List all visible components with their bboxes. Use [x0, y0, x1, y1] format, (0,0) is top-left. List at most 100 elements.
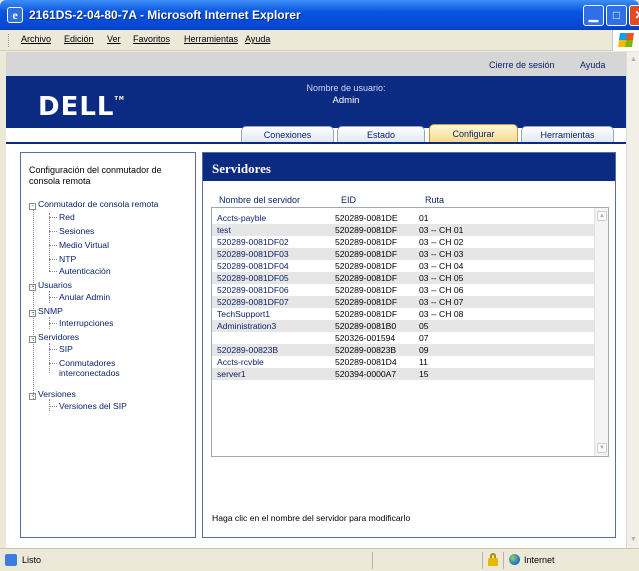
menu-ver-label: Ver [107, 34, 121, 44]
tree-node-versiones[interactable]: - Versiones [29, 389, 76, 400]
menu-ayuda[interactable]: Ayuda [245, 34, 270, 44]
table-row[interactable]: Accts-payble 520289-0081DE 01 [212, 212, 594, 224]
table-row[interactable]: 520289-0081DF02 520289-0081DF 03 -- CH 02 [212, 236, 594, 248]
status-divider [372, 552, 373, 569]
menu-bar: Archivo Edición Ver Favoritos Herramient… [0, 30, 639, 51]
col-header-ruta[interactable]: Ruta [425, 195, 444, 205]
tree-item-interrupciones[interactable]: Interrupciones [59, 318, 113, 328]
cell-server-name[interactable]: Administration3 [217, 320, 276, 332]
cell-server-name[interactable]: 520289-0081DF03 [217, 248, 289, 260]
scroll-up-icon[interactable]: ▲ [627, 54, 639, 66]
tree-item-versiones-sip[interactable]: Versiones del SIP [59, 401, 127, 411]
server-list[interactable]: Accts-payble 520289-0081DE 01 test 520289-00… [211, 207, 609, 457]
tab-configurar[interactable]: Configurar [429, 124, 518, 143]
col-header-eid[interactable]: EID [341, 195, 356, 205]
cell-server-name[interactable]: 520289-0081DF04 [217, 260, 289, 272]
menu-edicion-label: Edición [64, 34, 94, 44]
tree-item-conmutadores[interactable]: Conmutadores [59, 358, 115, 368]
tree-node-label: Usuarios [38, 280, 72, 290]
table-row[interactable]: 520289-00823B 520289-00823B 09 [212, 344, 594, 356]
tree-connector [49, 259, 57, 260]
scroll-down-icon[interactable]: ▼ [597, 443, 607, 453]
menu-archivo[interactable]: Archivo [21, 34, 51, 44]
cell-server-name[interactable]: Accts-rcvble [217, 356, 264, 368]
menu-herramientas[interactable]: Herramientas [184, 34, 238, 44]
collapse-icon[interactable]: - [29, 203, 36, 210]
scroll-down-icon[interactable]: ▼ [627, 534, 639, 546]
page-scrollbar[interactable]: ▲ ▼ [626, 52, 639, 548]
ie-logo-icon: e [7, 7, 23, 23]
tree-node-usuarios[interactable]: - Usuarios [29, 280, 72, 291]
table-row[interactable]: test 520289-0081DF 03 -- CH 01 [212, 224, 594, 236]
cell-server-name[interactable]: 520289-00823B [217, 344, 278, 356]
cell-server-name[interactable]: 520289-0081DF05 [217, 272, 289, 284]
tree-item-sesiones[interactable]: Sesiones [59, 226, 94, 236]
cell-eid: 520289-0081DE [335, 213, 398, 223]
menu-ver[interactable]: Ver [107, 34, 121, 44]
table-row[interactable]: TechSupport1 520289-0081DF 03 -- CH 08 [212, 308, 594, 320]
col-header-name[interactable]: Nombre del servidor [219, 195, 300, 205]
tree-item-interconectados[interactable]: interconectados [59, 368, 120, 378]
maximize-button[interactable]: □ [606, 5, 627, 26]
table-row[interactable]: 520289-0081DF04 520289-0081DF 03 -- CH 04 [212, 260, 594, 272]
close-button[interactable]: ✕ [629, 5, 639, 26]
tree-item-autenticacion[interactable]: Autenticación [59, 266, 111, 276]
tree-node-conmutador[interactable]: - Conmutador de consola remota [29, 199, 158, 210]
logout-link[interactable]: Cierre de sesión [489, 60, 555, 70]
servers-header: Servidores [203, 153, 615, 181]
table-row[interactable]: 520289-0081DF03 520289-0081DF 03 -- CH 03 [212, 248, 594, 260]
page-title: Servidores [212, 161, 271, 176]
table-row[interactable]: server1 520394-0000A7 15 [212, 368, 594, 380]
tree-item-sip[interactable]: SIP [59, 344, 73, 354]
menu-edicion[interactable]: Edición [64, 34, 94, 44]
cell-ruta: 03 -- CH 03 [419, 249, 464, 259]
collapse-icon[interactable]: - [29, 284, 36, 291]
menu-favoritos[interactable]: Favoritos [133, 34, 170, 44]
title-bar[interactable]: e 2161DS-2-04-80-7A - Microsoft Internet… [0, 0, 639, 30]
windows-flag-icon [618, 33, 634, 47]
table-row[interactable]: 520289-0081DF05 520289-0081DF 03 -- CH 05 [212, 272, 594, 284]
table-row[interactable]: 520289-0081DF06 520289-0081DF 03 -- CH 06 [212, 284, 594, 296]
cell-server-name[interactable]: TechSupport1 [217, 308, 270, 320]
table-row[interactable]: Administration3 520289-0081B0 05 [212, 320, 594, 332]
page-icon [5, 554, 17, 566]
tree-root-line [33, 209, 34, 399]
collapse-icon[interactable]: - [29, 336, 36, 343]
cell-server-name[interactable]: test [217, 224, 231, 236]
cell-eid: 520289-0081DF [335, 273, 398, 283]
toolbar-grip[interactable] [8, 34, 11, 47]
tree-node-snmp[interactable]: - SNMP [29, 306, 63, 317]
tree-item-medio-virtual[interactable]: Medio Virtual [59, 240, 109, 250]
status-bar: Listo Internet [0, 548, 639, 571]
status-divider [503, 552, 504, 569]
collapse-icon[interactable]: - [29, 393, 36, 400]
tree-item-red[interactable]: Red [59, 212, 75, 222]
cell-ruta: 15 [419, 369, 429, 379]
tree-node-servidores[interactable]: - Servidores [29, 332, 79, 343]
cell-eid: 520289-0081DF [335, 249, 398, 259]
table-row[interactable]: 520289-0081DF07 520289-0081DF 03 -- CH 07 [212, 296, 594, 308]
tab-herramientas[interactable]: Herramientas [521, 126, 614, 143]
cell-server-name[interactable]: 520289-0081DF02 [217, 236, 289, 248]
tree-node-label: Servidores [38, 332, 80, 342]
tab-conexiones[interactable]: Conexiones [241, 126, 334, 143]
table-row[interactable]: Accts-rcvble 520289-0081D4 11 [212, 356, 594, 368]
cell-server-name[interactable]: 520289-0081DF07 [217, 296, 289, 308]
minimize-button[interactable]: ▁ [583, 5, 604, 26]
nav-panel-title: Configuración del conmutador de consola … [29, 165, 162, 186]
cell-server-name[interactable]: server1 [217, 368, 246, 380]
tree-item-ntp[interactable]: NTP [59, 254, 76, 264]
help-link[interactable]: Ayuda [580, 60, 605, 70]
table-row[interactable]: 520326-001594 07 [212, 332, 594, 344]
menu-herramientas-label: Herramientas [184, 34, 239, 44]
cell-ruta: 03 -- CH 07 [419, 297, 464, 307]
list-scrollbar[interactable]: ▲ ▼ [594, 208, 608, 456]
tab-estado[interactable]: Estado [337, 126, 425, 143]
cell-server-name[interactable]: Accts-payble [217, 212, 266, 224]
tree-item-anular-admin[interactable]: Anular Admin [59, 292, 110, 302]
scroll-up-icon[interactable]: ▲ [597, 211, 607, 221]
cell-eid: 520326-001594 [335, 333, 396, 343]
cell-server-name[interactable]: 520289-0081DF06 [217, 284, 289, 296]
collapse-icon[interactable]: - [29, 310, 36, 317]
security-zone: Internet [524, 555, 555, 565]
